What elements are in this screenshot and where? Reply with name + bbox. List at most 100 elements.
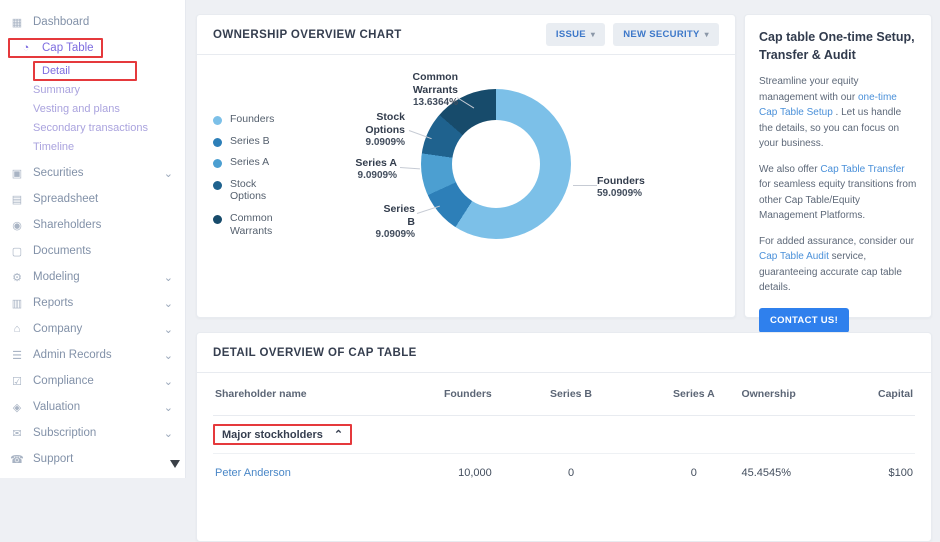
sidebar-item-label: Cap Table bbox=[42, 42, 94, 54]
callout-label: Stock Options bbox=[365, 111, 405, 137]
legend-dot bbox=[213, 137, 222, 147]
callout-percent: 9.0909% bbox=[357, 170, 397, 182]
sidebar-item-cap-table[interactable]: ◔ Cap Table bbox=[0, 35, 185, 61]
sidebar-item-admin-records[interactable]: ☰ Admin Records ⌄ bbox=[0, 342, 185, 368]
sidebar-subitem-vesting-and-plans[interactable]: Vesting and plans bbox=[0, 99, 185, 118]
sidebar-item-documents[interactable]: ▢ Documents bbox=[0, 238, 185, 264]
major-stockholders-toggle[interactable]: Major stockholders ⌃ bbox=[222, 428, 343, 441]
annotation-highlight-major-stockholders: Major stockholders ⌃ bbox=[213, 424, 353, 445]
caret-down-icon: ▾ bbox=[704, 30, 709, 39]
spreadsheet-icon: ▤ bbox=[11, 193, 23, 206]
callout-percent: 9.0909% bbox=[365, 137, 405, 149]
sidebar-item-label: Detail bbox=[42, 64, 71, 77]
detail-card-header: DETAIL OVERVIEW OF CAP TABLE bbox=[197, 333, 931, 373]
legend-label: Founders bbox=[230, 113, 275, 125]
col-capital: Capital bbox=[837, 373, 915, 416]
ownership-overview-card: OWNERSHIP OVERVIEW CHART ISSUE ▾ NEW SEC… bbox=[196, 14, 736, 318]
cell-capital: $100 bbox=[888, 467, 913, 479]
sidebar-item-modeling[interactable]: ⚙ Modeling ⌄ bbox=[0, 264, 185, 290]
table-row: Peter Anderson 10,000 0 0 45.4545% $100 bbox=[213, 454, 915, 494]
sidebar-subitem-detail[interactable]: Detail bbox=[0, 60, 185, 81]
shareholder-name-link[interactable]: Peter Anderson bbox=[215, 467, 291, 479]
sidebar-item-dashboard[interactable]: ▦ Dashboard bbox=[0, 9, 185, 35]
chevron-down-icon: ⌄ bbox=[163, 427, 173, 440]
promo-text: Streamline your equity management with o… bbox=[759, 76, 859, 103]
sidebar-item-label: Secondary transactions bbox=[33, 121, 148, 134]
sidebar-item-spreadsheet[interactable]: ▤ Spreadsheet bbox=[0, 186, 185, 212]
legend-dot bbox=[213, 116, 222, 125]
callout-common-warrants: Common Warrants 13.6364% bbox=[382, 71, 459, 110]
sidebar-scrollbar-down-arrow[interactable] bbox=[168, 457, 182, 471]
cell-series-b: 0 bbox=[567, 467, 575, 479]
sidebar-item-subscription[interactable]: ✉ Subscription ⌄ bbox=[0, 420, 185, 446]
caret-down-icon: ▾ bbox=[590, 30, 596, 39]
sidebar-item-label: Dashboard bbox=[33, 16, 90, 28]
sidebar-subitem-secondary-transactions[interactable]: Secondary transactions bbox=[0, 118, 185, 137]
cell-ownership: 45.4545% bbox=[741, 467, 792, 479]
cap-table-transfer-link[interactable]: Cap Table Transfer bbox=[820, 164, 904, 175]
new-security-button[interactable]: NEW SECURITY ▾ bbox=[613, 23, 719, 46]
sidebar-item-support[interactable]: ☎ Support bbox=[0, 446, 185, 472]
sidebar-item-label: Vesting and plans bbox=[33, 102, 120, 115]
chevron-down-icon: ⌄ bbox=[163, 401, 173, 414]
sidebar-subitem-summary[interactable]: Summary bbox=[0, 80, 185, 99]
chevron-down-icon: ⌄ bbox=[163, 349, 173, 362]
callout-series-b: Series B 9.0909% bbox=[373, 203, 415, 242]
callout-label: Founders bbox=[597, 175, 645, 187]
compliance-icon: ☑ bbox=[12, 375, 22, 388]
legend-label: Series A bbox=[230, 156, 270, 169]
ownership-card-header: OWNERSHIP OVERVIEW CHART ISSUE ▾ NEW SEC… bbox=[197, 15, 735, 55]
legend-item-founders[interactable]: Founders bbox=[213, 113, 292, 126]
sidebar-item-label: Compliance bbox=[33, 375, 94, 387]
new-security-button-label: NEW SECURITY bbox=[623, 29, 700, 40]
chevron-down-icon: ⌄ bbox=[163, 375, 173, 388]
callout-percent: 59.0909% bbox=[597, 188, 643, 200]
sidebar-item-company[interactable]: ⌂ Company ⌄ bbox=[0, 316, 185, 342]
sidebar-item-reports[interactable]: ▥ Reports ⌄ bbox=[0, 290, 185, 316]
securities-icon: ▣ bbox=[11, 167, 23, 180]
legend-label: Series B bbox=[230, 134, 270, 147]
promo-paragraph-3: For added assurance, consider our Cap Ta… bbox=[759, 234, 917, 296]
legend-label: Common Warrants bbox=[230, 211, 273, 237]
callout-label: Series A bbox=[355, 157, 397, 169]
cap-table-detail-table: Shareholder name Founders Series B Serie… bbox=[213, 373, 915, 493]
detail-card-title: DETAIL OVERVIEW OF CAP TABLE bbox=[213, 346, 417, 359]
support-icon: ☎ bbox=[10, 453, 24, 466]
sidebar-item-label: Reports bbox=[33, 297, 74, 309]
sidebar-item-label: Summary bbox=[33, 83, 81, 96]
legend-dot bbox=[213, 214, 222, 224]
ownership-chart-area: Founders Series B Series A Stock Options… bbox=[197, 55, 735, 315]
chevron-down-icon: ⌄ bbox=[163, 297, 173, 310]
legend-item-stock-options[interactable]: Stock Options bbox=[213, 178, 292, 203]
sidebar-item-label: Securities bbox=[33, 167, 84, 179]
legend-item-common-warrants[interactable]: Common Warrants bbox=[213, 212, 292, 237]
sidebar-item-label: Company bbox=[33, 323, 83, 335]
col-series-a: Series A bbox=[648, 373, 740, 416]
chevron-down-icon: ⌄ bbox=[163, 323, 173, 336]
promo-card: Cap table One-time Setup, Transfer & Aud… bbox=[744, 14, 932, 333]
col-series-b: Series B bbox=[493, 373, 649, 416]
contact-us-button[interactable]: CONTACT US! bbox=[759, 307, 850, 333]
cap-table-audit-link[interactable]: Cap Table Audit bbox=[759, 251, 829, 262]
cap-table-icon: ◔ bbox=[22, 42, 30, 54]
leader-line bbox=[573, 185, 597, 186]
sidebar-item-shareholders[interactable]: ◉ Shareholders bbox=[0, 212, 185, 238]
sidebar-item-valuation[interactable]: ◈ Valuation ⌄ bbox=[0, 394, 185, 420]
legend-item-series-a[interactable]: Series A bbox=[213, 156, 292, 169]
callout-percent: 13.6364% bbox=[412, 97, 458, 109]
sidebar-item-label: Documents bbox=[33, 245, 92, 257]
issue-button[interactable]: ISSUE ▾ bbox=[545, 23, 606, 46]
donut-chart[interactable] bbox=[421, 89, 571, 239]
chevron-down-icon: ⌄ bbox=[163, 271, 173, 284]
sidebar-item-label: Admin Records bbox=[33, 349, 112, 361]
callout-series-a: Series A 9.0909% bbox=[355, 157, 397, 183]
issue-button-label: ISSUE bbox=[555, 29, 586, 40]
annotation-highlight-cap-table: ◔ Cap Table bbox=[8, 38, 103, 58]
group-label: Major stockholders bbox=[222, 429, 323, 441]
sidebar-subitem-timeline[interactable]: Timeline bbox=[0, 137, 185, 156]
sidebar-item-securities[interactable]: ▣ Securities ⌄ bbox=[0, 160, 185, 186]
sidebar-item-compliance[interactable]: ☑ Compliance ⌄ bbox=[0, 368, 185, 394]
app: { "icons": { "dashboard": "▦", "cap_tabl… bbox=[0, 0, 940, 542]
legend-item-series-b[interactable]: Series B bbox=[213, 135, 292, 148]
callout-stock-options: Stock Options 9.0909% bbox=[335, 111, 405, 150]
